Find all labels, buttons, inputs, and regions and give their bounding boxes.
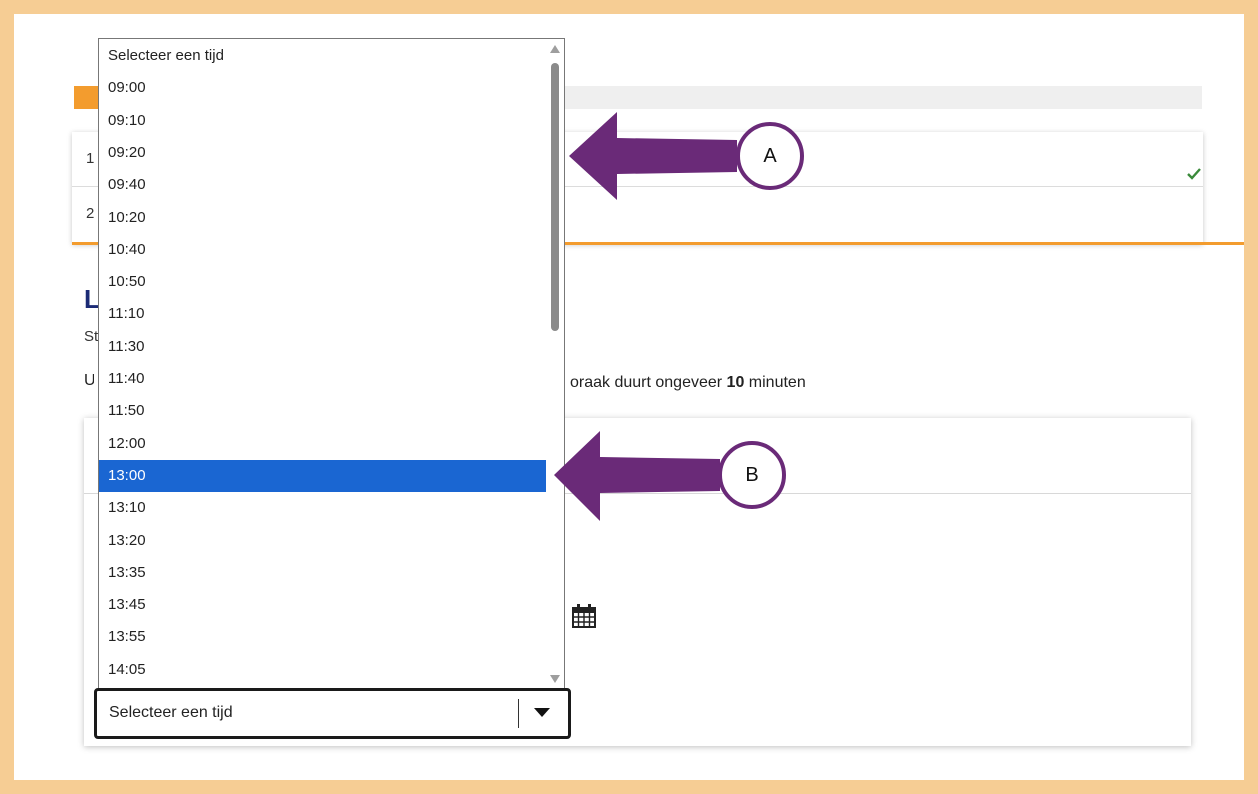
time-option[interactable]: 11:10 [99, 298, 547, 330]
annotation-arrow-b [554, 431, 720, 521]
time-option[interactable]: 13:45 [99, 589, 547, 621]
time-option[interactable]: 09:10 [99, 105, 547, 137]
time-option[interactable]: 10:20 [99, 202, 547, 234]
time-option[interactable]: 10:40 [99, 234, 547, 266]
duration-value: 10 [726, 374, 745, 391]
calendar-icon[interactable] [572, 604, 596, 628]
select-separator [518, 699, 519, 728]
time-option[interactable]: 12:00 [99, 428, 547, 460]
duration-prefix: oraak duurt ongeveer [570, 374, 727, 391]
page-canvas: 1 2 L St U oraak duurt ongeveer 10 minut… [14, 14, 1244, 780]
time-option[interactable]: 11:40 [99, 363, 547, 395]
time-option[interactable]: 09:20 [99, 137, 547, 169]
time-option[interactable]: 11:30 [99, 331, 547, 363]
scroll-down-icon[interactable] [550, 675, 560, 683]
scrollbar[interactable] [546, 39, 564, 689]
time-option[interactable]: 11:50 [99, 395, 547, 427]
time-option[interactable]: 09:40 [99, 169, 547, 201]
time-option[interactable]: 13:55 [99, 621, 547, 653]
time-option[interactable]: 09:00 [99, 72, 547, 104]
page-subtitle: St [84, 328, 99, 345]
annotation-arrow-a [569, 112, 737, 200]
scroll-up-icon[interactable] [550, 45, 560, 53]
time-select-value: Selecteer een tijd [109, 704, 233, 721]
time-option[interactable]: 14:05 [99, 654, 547, 686]
time-options-list[interactable]: 14:05 13:55 13:45 13:35 13:20 13:10 13:00 12:00… [98, 38, 565, 690]
annotation-badge-a: A [736, 122, 804, 190]
info-text: U [84, 372, 94, 389]
chevron-down-icon[interactable] [533, 706, 551, 718]
time-option[interactable]: 13:00 [99, 459, 547, 492]
scrollbar-thumb[interactable] [551, 63, 559, 331]
check-icon [1187, 168, 1201, 180]
time-select[interactable]: Selecteer een tijd [94, 688, 571, 739]
annotation-badge-b: B [718, 441, 786, 509]
duration-text: oraak duurt ongeveer 10 minuten [570, 374, 806, 392]
step-number-2: 2 [86, 205, 95, 222]
duration-suffix: minuten [744, 374, 806, 391]
time-option[interactable]: 10:50 [99, 266, 547, 298]
time-option[interactable]: 13:35 [99, 557, 547, 589]
time-option[interactable]: 13:20 [99, 525, 547, 557]
step-number-1: 1 [86, 150, 95, 167]
time-option[interactable]: Selecteer een tijd [99, 40, 547, 72]
time-option[interactable]: 13:10 [99, 492, 547, 524]
